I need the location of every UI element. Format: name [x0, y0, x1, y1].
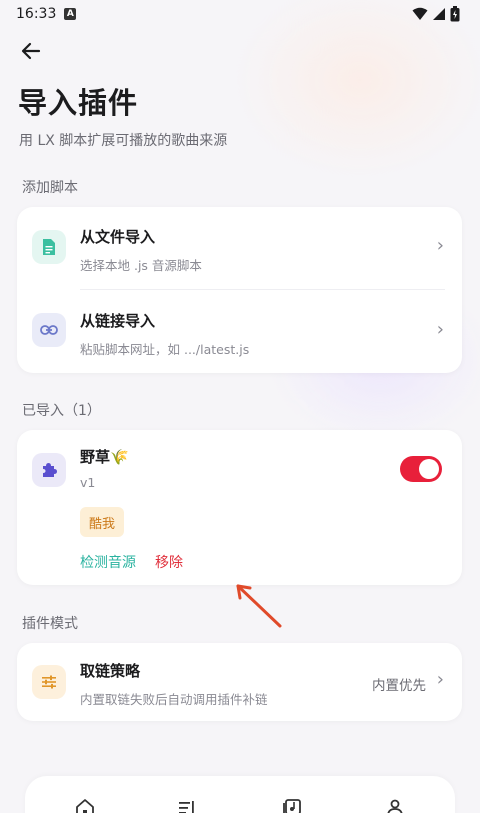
battery-icon — [450, 6, 460, 22]
status-time: 16:33 — [16, 6, 57, 22]
file-icon — [43, 239, 55, 255]
plugin-enable-toggle[interactable] — [400, 456, 442, 482]
import-from-file-title: 从文件导入 — [80, 228, 156, 246]
source-tag: 酷我 — [80, 507, 125, 537]
import-from-file-row[interactable]: 从文件导入 选择本地 .js 音源脚本 › — [17, 207, 462, 289]
back-button[interactable] — [16, 36, 46, 66]
chevron-right-icon: › — [436, 235, 444, 256]
page-subtitle: 用 LX 脚本扩展可播放的歌曲来源 — [19, 133, 228, 149]
link-icon — [40, 325, 58, 335]
status-left: 16:33 A — [16, 6, 77, 22]
import-from-link-row[interactable]: 从链接导入 粘贴脚本网址，如 .../latest.js › — [17, 291, 462, 373]
plugin-version: v1 — [80, 475, 96, 490]
puzzle-icon — [43, 463, 57, 477]
divider — [80, 289, 445, 290]
profile-icon — [387, 799, 403, 813]
link-icon-badge — [32, 313, 66, 347]
signal-icon — [433, 8, 445, 20]
nav-playlist[interactable] — [175, 796, 199, 813]
plugin-mode-card: 取链策略 内置取链失败后自动调用插件补链 内置优先 › — [17, 643, 462, 721]
link-strategy-row[interactable]: 取链策略 内置取链失败后自动调用插件补链 内置优先 › — [17, 643, 462, 721]
plugin-card: 野草🌾 v1 酷我 检测音源 移除 — [17, 430, 462, 585]
nav-profile[interactable] — [383, 796, 407, 813]
library-icon — [283, 799, 301, 813]
chevron-right-icon: › — [436, 669, 444, 690]
file-icon-badge — [32, 230, 66, 264]
toggle-knob — [419, 459, 439, 479]
remove-plugin-link[interactable]: 移除 — [155, 552, 183, 572]
bottom-nav — [25, 776, 455, 813]
arrow-left-icon — [21, 42, 41, 60]
annotation-arrow — [236, 584, 282, 628]
sliders-icon-badge — [32, 665, 66, 699]
imported-section-label: 已导入（1） — [22, 403, 101, 419]
sliders-icon — [42, 675, 56, 689]
page-title: 导入插件 — [18, 86, 139, 120]
playlist-icon — [179, 801, 194, 813]
check-source-link[interactable]: 检测音源 — [80, 552, 136, 572]
link-strategy-title: 取链策略 — [80, 662, 141, 680]
notification-icon: A — [64, 8, 77, 20]
status-right — [412, 6, 460, 22]
import-from-link-title: 从链接导入 — [80, 312, 156, 330]
plugin-name: 野草🌾 — [80, 448, 129, 466]
link-strategy-value: 内置优先 — [372, 678, 426, 694]
puzzle-icon-badge — [32, 453, 66, 487]
plugin-mode-section-label: 插件模式 — [22, 616, 78, 632]
link-strategy-subtitle: 内置取链失败后自动调用插件补链 — [80, 692, 268, 707]
home-icon — [76, 799, 94, 813]
add-script-section-label: 添加脚本 — [22, 180, 78, 196]
import-from-link-subtitle: 粘贴脚本网址，如 .../latest.js — [80, 342, 250, 357]
chevron-right-icon: › — [436, 319, 444, 340]
add-script-card: 从文件导入 选择本地 .js 音源脚本 › 从链接导入 粘贴脚本网址，如 ...… — [17, 207, 462, 373]
nav-library[interactable] — [280, 796, 304, 813]
nav-home[interactable] — [73, 796, 97, 813]
wifi-icon — [412, 7, 428, 20]
status-bar: 16:33 A — [0, 0, 480, 28]
import-from-file-subtitle: 选择本地 .js 音源脚本 — [80, 258, 202, 273]
